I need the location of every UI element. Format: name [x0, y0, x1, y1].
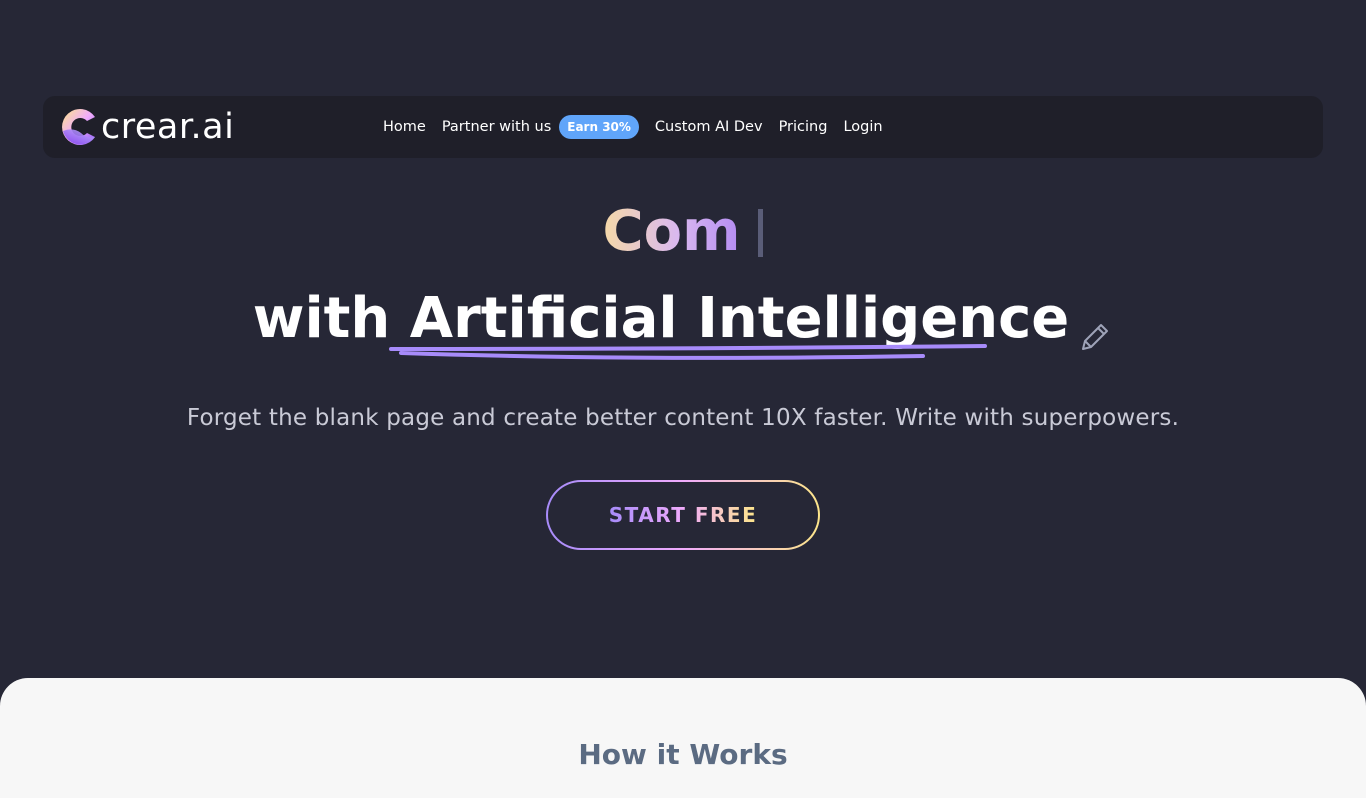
nav-links: Home Partner with us Earn 30% Custom AI … — [383, 96, 899, 158]
nav-login-link[interactable]: Login — [843, 119, 882, 135]
start-free-label: START FREE — [608, 503, 758, 527]
logo-link[interactable]: crear.ai — [59, 106, 234, 148]
logo-text: crear.ai — [101, 106, 235, 147]
nav-custom-ai-dev-link[interactable]: Custom AI Dev — [655, 119, 763, 135]
hero-heading-inner: with Artificial Intelligence — [252, 283, 1114, 360]
pencil-icon — [1082, 324, 1109, 350]
hero-heading-prefix: with — [252, 286, 410, 351]
highlight-underline — [388, 344, 987, 360]
typing-cursor — [758, 209, 764, 257]
hero-typed-text: Com — [602, 199, 741, 264]
nav-partner-link[interactable]: Partner with us — [442, 119, 551, 135]
hero-typed-line: Com — [0, 198, 1366, 268]
nav-home-link[interactable]: Home — [383, 119, 426, 135]
nav-pricing-link[interactable]: Pricing — [779, 119, 828, 135]
hero-heading: with Artificial Intelligence — [0, 283, 1366, 363]
how-it-works-section: How it Works — [0, 678, 1366, 798]
start-free-button-border: START FREE — [546, 480, 820, 550]
navbar: crear.ai Home Partner with us Earn 30% C… — [43, 96, 1323, 158]
crear-logo-icon — [62, 109, 95, 145]
hero-subtitle: Forget the blank page and create better … — [186, 405, 1180, 431]
earn-badge[interactable]: Earn 30% — [559, 115, 639, 139]
how-it-works-title: How it Works — [578, 738, 788, 771]
start-free-button[interactable]: START FREE — [548, 482, 818, 548]
